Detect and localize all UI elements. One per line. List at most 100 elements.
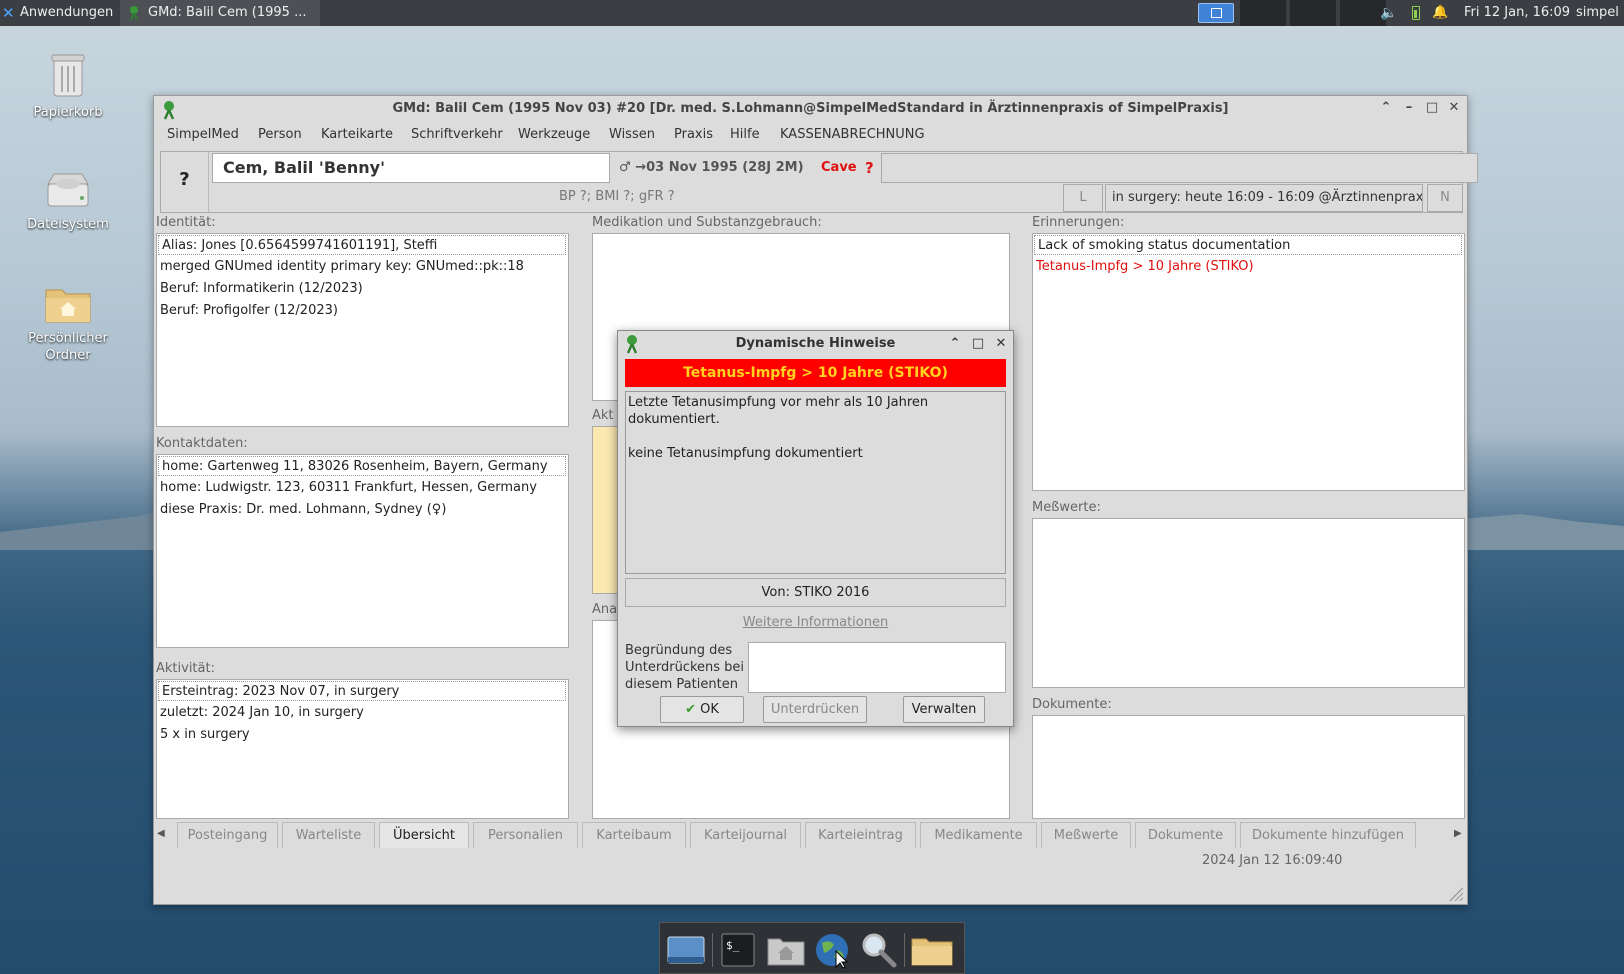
globe-icon xyxy=(816,934,849,969)
cave-label: Cave xyxy=(821,160,857,175)
menu-schriftverkehr[interactable]: Schriftverkehr xyxy=(411,124,503,146)
list-item[interactable]: home: Gartenweg 11, 83026 Rosenheim, Bay… xyxy=(158,456,566,476)
hard-drive-icon xyxy=(47,173,89,207)
ok-button[interactable]: ✔ OK xyxy=(660,696,744,723)
documents-panel[interactable] xyxy=(1032,715,1465,819)
patient-dob: ♂ →03 Nov 1995 (28J 2M) xyxy=(619,156,804,180)
hint-banner: Tetanus-Impfg > 10 Jahre (STIKO) xyxy=(625,359,1006,387)
hint-text[interactable]: Letzte Tetanusimpfung vor mehr als 10 Ja… xyxy=(625,391,1006,574)
list-item[interactable]: diese Praxis: Dr. med. Lohmann, Sydney (… xyxy=(157,499,568,521)
list-item[interactable]: merged GNUmed identity primary key: GNUm… xyxy=(157,256,568,278)
list-item[interactable]: home: Ludwigstr. 123, 60311 Frankfurt, H… xyxy=(157,477,568,499)
window-minimize-button[interactable]: – xyxy=(1400,98,1418,118)
list-item[interactable]: Alias: Jones [0.6564599741601191], Steff… xyxy=(158,235,566,255)
list-item[interactable]: Beruf: Profigolfer (12/2023) xyxy=(157,300,568,322)
menu-person[interactable]: Person xyxy=(258,124,302,146)
dialog-title: Dynamische Hinweise xyxy=(735,336,896,351)
current-encounter-field[interactable]: in surgery: heute 16:09 - 16:09 @Ärztinn… xyxy=(1105,184,1423,212)
dock-terminal[interactable]: $_ xyxy=(718,931,758,969)
more-info-link[interactable]: Weitere Informationen xyxy=(618,614,1013,632)
resize-grip-icon[interactable] xyxy=(1449,887,1463,901)
list-item[interactable]: 5 x in surgery xyxy=(157,724,568,746)
medication-label: Medikation und Substanzgebrauch: xyxy=(592,215,822,230)
tab-scroll-left-icon[interactable]: ◀ xyxy=(157,828,165,839)
dock: $_ xyxy=(659,922,965,974)
gnumed-lizard-icon xyxy=(127,5,141,26)
contact-panel[interactable]: home: Gartenweg 11, 83026 Rosenheim, Bay… xyxy=(156,454,569,648)
tab-karteibaum[interactable]: Karteibaum xyxy=(582,822,686,848)
active-problems-label: Akt xyxy=(592,408,614,423)
tab-medikamente[interactable]: Medikamente xyxy=(920,822,1037,848)
desktop-icon-label: Persönlicher Ordner xyxy=(28,331,108,363)
desktop-icon-filesystem[interactable]: Dateisystem xyxy=(8,170,128,233)
reminders-label: Erinnerungen: xyxy=(1032,215,1125,230)
suppress-reason-input[interactable] xyxy=(748,642,1006,693)
notification-bell-icon[interactable]: 🔔 xyxy=(1432,0,1448,26)
window-shade-button[interactable]: ⌃ xyxy=(1377,98,1395,118)
measurements-panel[interactable] xyxy=(1032,518,1465,688)
tab-scroll-right-icon[interactable]: ▶ xyxy=(1454,828,1462,839)
tab-uebersicht[interactable]: Übersicht xyxy=(379,822,469,848)
applications-menu[interactable]: ✕ Anwendungen xyxy=(2,0,113,26)
suppress-button[interactable]: Unterdrücken xyxy=(763,696,867,723)
menu-simpelmed[interactable]: SimpelMed xyxy=(167,124,239,146)
list-item[interactable]: Ersteintrag: 2023 Nov 07, in surgery xyxy=(158,681,566,701)
patient-help-button[interactable]: ? xyxy=(161,152,209,212)
identity-label: Identität: xyxy=(156,215,216,230)
manage-button[interactable]: Verwalten xyxy=(903,696,985,723)
next-encounter-button[interactable]: N xyxy=(1427,184,1463,212)
hint-source: Von: STIKO 2016 xyxy=(625,578,1006,607)
dock-web-browser[interactable] xyxy=(812,931,852,969)
menu-karteikarte[interactable]: Karteikarte xyxy=(321,124,393,146)
workspace-switcher-3[interactable] xyxy=(1290,0,1336,26)
menu-hilfe[interactable]: Hilfe xyxy=(730,124,760,146)
tab-warteliste[interactable]: Warteliste xyxy=(282,822,375,848)
menu-kassenabrechnung[interactable]: KASSENABRECHNUNG xyxy=(780,124,925,146)
tab-karteijournal[interactable]: Karteijournal xyxy=(690,822,801,848)
tab-dokumente-hinzufuegen[interactable]: Dokumente hinzufügen xyxy=(1240,822,1416,848)
ok-button-label: OK xyxy=(700,702,719,717)
dialog-shade-button[interactable]: ⌃ xyxy=(947,334,963,354)
tab-dokumente[interactable]: Dokumente xyxy=(1135,822,1236,848)
window-titlebar[interactable]: GMd: Balil Cem (1995 Nov 03) #20 [Dr. me… xyxy=(154,96,1467,122)
battery-icon[interactable] xyxy=(1412,6,1420,20)
menu-praxis[interactable]: Praxis xyxy=(674,124,713,146)
dock-show-desktop[interactable] xyxy=(666,931,706,969)
workspace-switcher-2[interactable] xyxy=(1240,0,1286,26)
dock-file-manager[interactable] xyxy=(910,931,953,969)
tab-personalien[interactable]: Personalien xyxy=(473,822,578,848)
home-folder-icon xyxy=(45,289,91,323)
dock-search[interactable] xyxy=(858,931,898,969)
menu-werkzeuge[interactable]: Werkzeuge xyxy=(518,124,590,146)
user-menu[interactable]: simpel xyxy=(1576,0,1619,26)
menu-wissen[interactable]: Wissen xyxy=(609,124,655,146)
dialog-close-button[interactable]: ✕ xyxy=(993,334,1009,354)
window-close-button[interactable]: ✕ xyxy=(1445,98,1463,118)
clock[interactable]: Fri 12 Jan, 16:09 xyxy=(1464,0,1570,26)
activity-panel[interactable]: Ersteintrag: 2023 Nov 07, in surgery zul… xyxy=(156,679,569,819)
window-maximize-button[interactable]: □ xyxy=(1423,98,1441,118)
taskbar-item-gnumed[interactable]: GMd: Balil Cem (1995 ... xyxy=(120,0,320,26)
cave-field[interactable] xyxy=(881,153,1478,183)
status-bar-datetime: 2024 Jan 12 16:09:40 xyxy=(1202,853,1343,868)
dialog-maximize-button[interactable]: □ xyxy=(970,334,986,354)
identity-panel[interactable]: Alias: Jones [0.6564599741601191], Steff… xyxy=(156,233,569,427)
list-item[interactable]: zuletzt: 2024 Jan 10, in surgery xyxy=(157,702,568,724)
desktop-icon-label: Papierkorb xyxy=(33,105,103,120)
reminders-panel[interactable]: Lack of smoking status documentation Tet… xyxy=(1032,233,1465,491)
dock-home-folder[interactable] xyxy=(766,931,806,969)
patient-name-field[interactable]: Cem, Balil 'Benny' xyxy=(212,153,610,183)
tab-messwerte[interactable]: Meßwerte xyxy=(1041,822,1131,848)
volume-icon[interactable]: 🔈 xyxy=(1380,0,1397,26)
desktop-icon-trash[interactable]: Papierkorb xyxy=(8,52,128,121)
list-item[interactable]: Beruf: Informatikerin (12/2023) xyxy=(157,278,568,300)
checkmark-icon: ✔ xyxy=(685,702,696,717)
tab-karteieintrag[interactable]: Karteieintrag xyxy=(805,822,916,848)
top-panel: ✕ Anwendungen GMd: Balil Cem (1995 ... 🔈… xyxy=(0,0,1624,26)
list-item[interactable]: Lack of smoking status documentation xyxy=(1034,235,1462,255)
desktop-icon-home-folder[interactable]: Persönlicher Ordner xyxy=(8,284,128,364)
list-item[interactable]: Tetanus-Impfg > 10 Jahre (STIKO) xyxy=(1033,256,1464,278)
workspace-switcher-1[interactable] xyxy=(1198,3,1234,23)
previous-encounter-button[interactable]: L xyxy=(1063,184,1103,212)
tab-posteingang[interactable]: Posteingang xyxy=(177,822,278,848)
